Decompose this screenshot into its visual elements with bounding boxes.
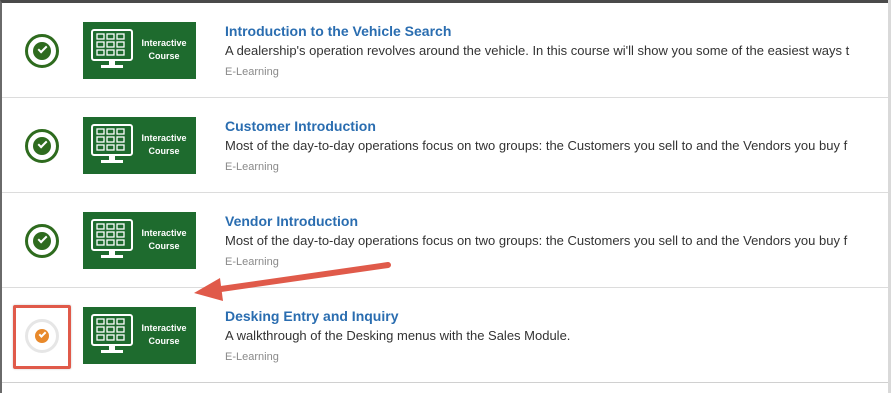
- course-thumbnail[interactable]: Interactive Course: [83, 22, 196, 79]
- check-circle-icon: [25, 224, 59, 258]
- course-thumbnail[interactable]: Interactive Course: [83, 212, 196, 269]
- course-description: Most of the day-to-day operations focus …: [225, 138, 848, 153]
- thumbnail-label-line-2: Course: [148, 146, 180, 156]
- thumbnail-label-line-1: Interactive: [141, 228, 187, 238]
- course-row[interactable]: Interactive Course Customer Introduction…: [2, 98, 891, 193]
- course-title-link[interactable]: Customer Introduction: [225, 116, 891, 136]
- course-type: E-Learning: [225, 351, 279, 363]
- course-title-link[interactable]: Vendor Introduction: [225, 211, 891, 231]
- course-thumbnail[interactable]: Interactive Course: [83, 307, 196, 364]
- thumbnail-label-line-2: Course: [148, 51, 180, 61]
- thumbnail-label: Interactive Course: [135, 322, 193, 348]
- course-info: Vendor Introduction Most of the day-to-d…: [225, 211, 891, 271]
- course-row[interactable]: Interactive Course Introduction to the V…: [2, 3, 891, 98]
- course-row[interactable]: Interactive Course Desking Entry and Inq…: [2, 288, 891, 383]
- thumbnail-label: Interactive Course: [135, 132, 193, 158]
- course-description: A dealership's operation revolves around…: [225, 43, 850, 58]
- computer-monitor-icon: [91, 314, 133, 353]
- course-type: E-Learning: [225, 256, 279, 268]
- course-info: Desking Entry and Inquiry A walkthrough …: [225, 306, 891, 366]
- thumbnail-label-line-1: Interactive: [141, 38, 187, 48]
- course-title-link[interactable]: Desking Entry and Inquiry: [225, 306, 891, 326]
- course-list-window: Interactive Course Introduction to the V…: [0, 0, 891, 393]
- computer-monitor-icon: [91, 124, 133, 163]
- computer-monitor-icon: [91, 219, 133, 258]
- thumbnail-label: Interactive Course: [135, 37, 193, 63]
- check-circle-icon: [25, 129, 59, 163]
- course-row[interactable]: Interactive Course Vendor Introduction M…: [2, 193, 891, 288]
- course-description: A walkthrough of the Desking menus with …: [225, 328, 571, 343]
- thumbnail-label: Interactive Course: [135, 227, 193, 253]
- course-info: Introduction to the Vehicle Search A dea…: [225, 21, 891, 81]
- thumbnail-label-line-2: Course: [148, 336, 180, 346]
- course-description: Most of the day-to-day operations focus …: [225, 233, 848, 248]
- course-info: Customer Introduction Most of the day-to…: [225, 116, 891, 176]
- course-type: E-Learning: [225, 161, 279, 173]
- thumbnail-label-line-1: Interactive: [141, 323, 187, 333]
- thumbnail-label-line-1: Interactive: [141, 133, 187, 143]
- thumbnail-label-line-2: Course: [148, 241, 180, 251]
- computer-monitor-icon: [91, 29, 133, 68]
- check-circle-icon: [25, 34, 59, 68]
- course-title-link[interactable]: Introduction to the Vehicle Search: [225, 21, 891, 41]
- course-type: E-Learning: [225, 66, 279, 78]
- course-thumbnail[interactable]: Interactive Course: [83, 117, 196, 174]
